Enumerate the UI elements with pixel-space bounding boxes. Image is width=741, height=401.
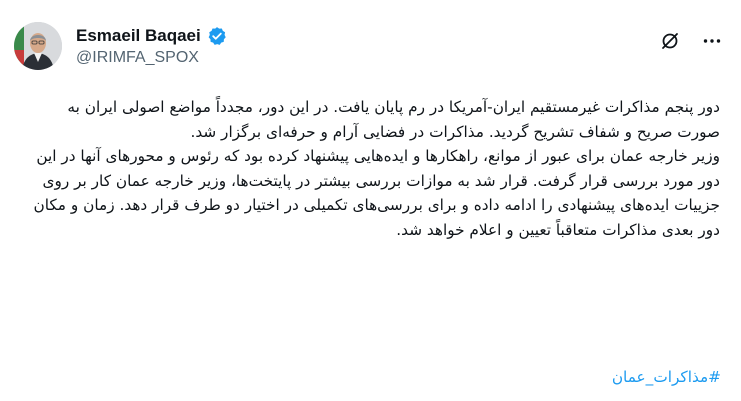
author-name-row: Esmaeil Baqaei: [76, 26, 227, 46]
more-options-button[interactable]: [701, 30, 723, 52]
more-options-icon: [703, 39, 721, 43]
grok-button[interactable]: [659, 30, 681, 52]
post-actions: [659, 30, 723, 52]
author-display-name[interactable]: Esmaeil Baqaei: [76, 26, 201, 46]
avatar[interactable]: [14, 22, 62, 70]
post-header: Esmaeil Baqaei @IRIMFA_SPOX: [0, 0, 741, 90]
hashtag-link[interactable]: #مذاکرات_عمان: [612, 368, 721, 386]
verified-badge-icon[interactable]: [207, 26, 227, 46]
post-paragraph-1: دور پنجم مذاکرات غیرمستقیم ایران-آمریکا …: [67, 98, 720, 141]
author-block: Esmaeil Baqaei @IRIMFA_SPOX: [76, 26, 227, 67]
grok-icon: [662, 33, 678, 49]
author-handle[interactable]: @IRIMFA_SPOX: [76, 49, 227, 67]
post-paragraph-2: وزیر خارجه عمان برای عبور از موانع، راهک…: [33, 147, 720, 239]
post-text: دور پنجم مذاکرات غیرمستقیم ایران-آمریکا …: [20, 95, 720, 243]
avatar-image: [14, 22, 62, 70]
